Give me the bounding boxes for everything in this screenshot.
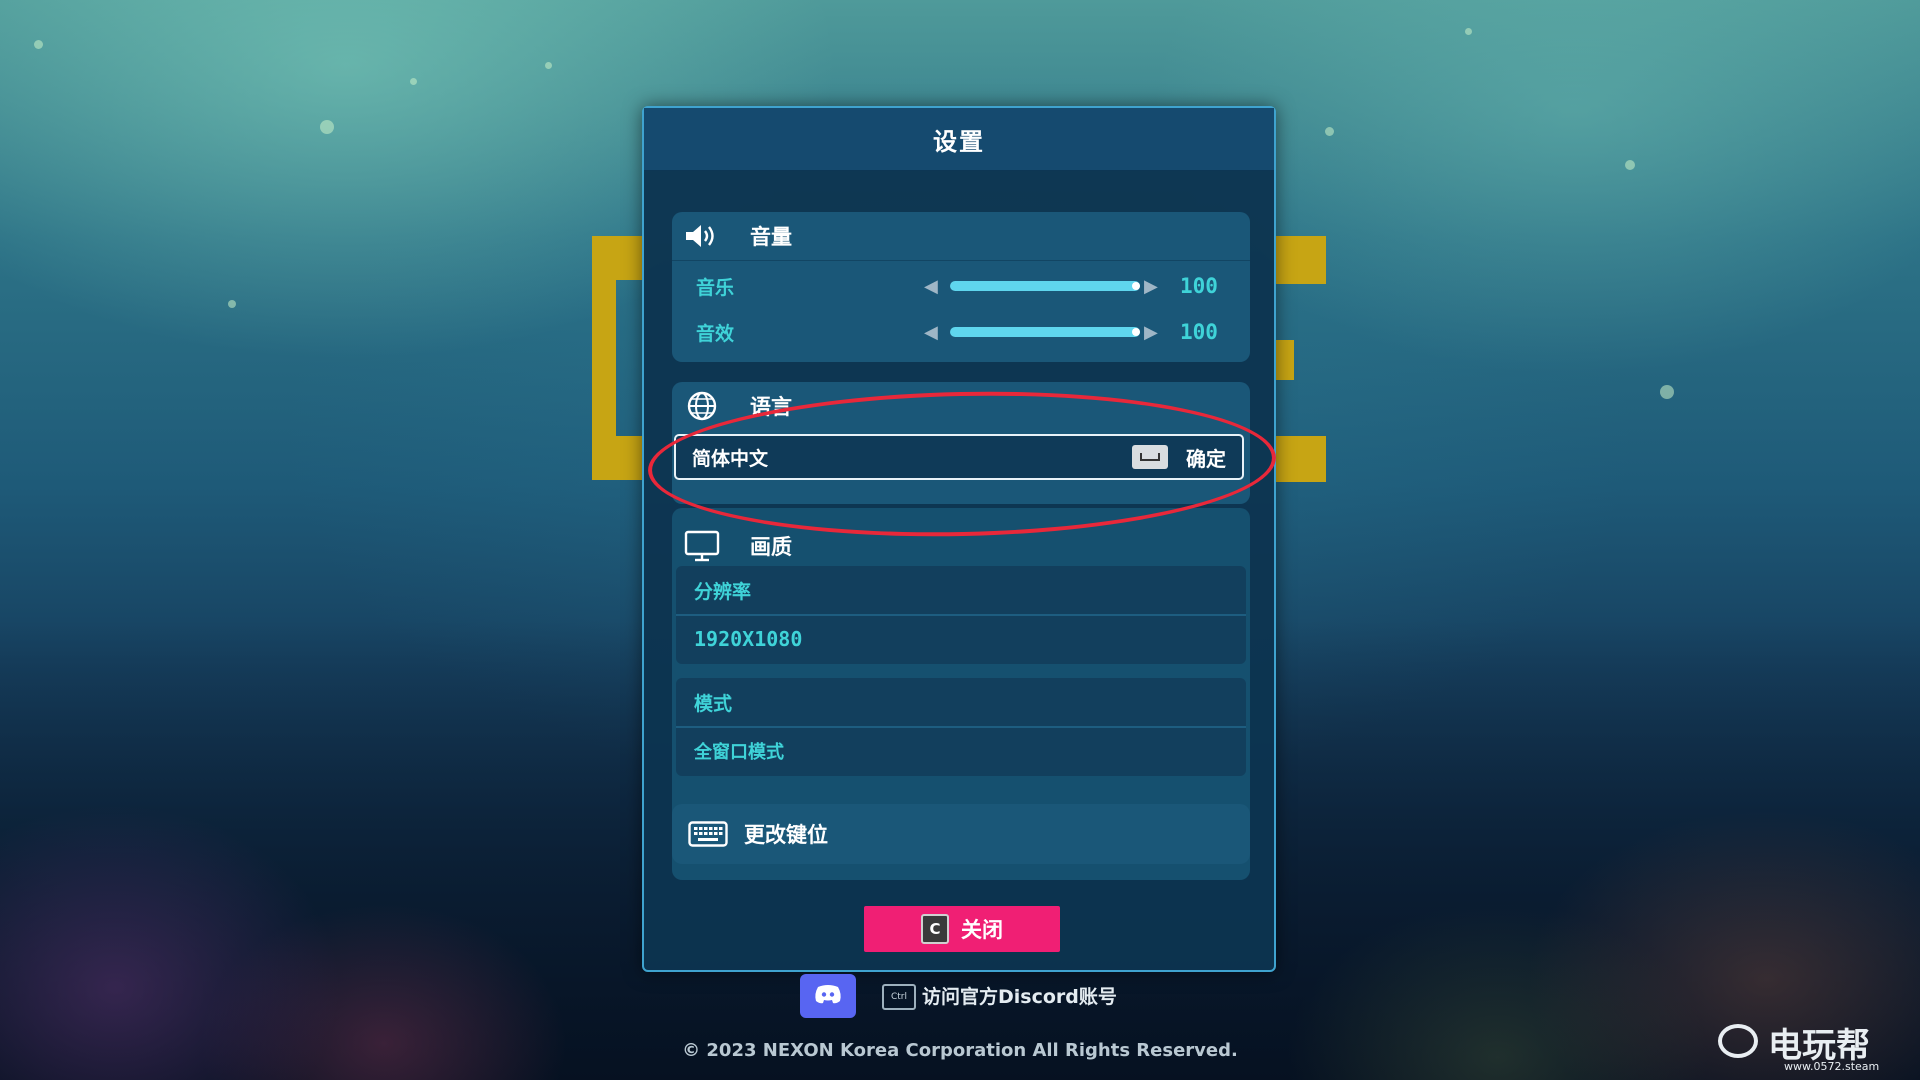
mode-label-row: 模式	[676, 678, 1246, 726]
music-slider[interactable]	[950, 281, 1140, 291]
sfx-decrease-arrow-icon[interactable]: ◀	[924, 322, 938, 343]
volume-section: 音量 音乐 ◀ ▶ 100 音效 ◀ ▶ 100	[672, 212, 1250, 362]
resolution-value-row[interactable]: 1920X1080	[676, 614, 1246, 662]
close-button[interactable]: C 关闭	[864, 906, 1060, 952]
sfx-slider[interactable]	[950, 327, 1140, 337]
volume-header-label: 音量	[750, 225, 792, 249]
bracket-right	[1276, 436, 1326, 482]
resolution-label-row: 分辨率	[676, 566, 1246, 614]
bubble	[320, 120, 334, 134]
bracket-right	[1276, 236, 1326, 284]
bubble	[228, 300, 236, 308]
music-value: 100	[1180, 274, 1218, 298]
discord-icon	[813, 983, 843, 1009]
bracket-left	[592, 436, 642, 480]
close-key-badge: C	[921, 914, 949, 944]
sfx-value: 100	[1180, 320, 1218, 344]
resolution-value: 1920X1080	[694, 627, 803, 651]
ctrl-key-badge: Ctrl	[882, 984, 916, 1010]
keybinding-label: 更改键位	[744, 823, 828, 847]
discord-button[interactable]	[800, 974, 856, 1018]
mode-label: 模式	[694, 692, 733, 715]
bubble	[1325, 127, 1334, 136]
settings-panel: 设置 音量 音乐 ◀ ▶ 100 音效 ◀ ▶ 100 语言 画质 分辨率 19…	[642, 106, 1276, 972]
copyright-text: © 2023 NEXON Korea Corporation All Right…	[682, 1040, 1238, 1061]
volume-header: 音量	[672, 212, 1250, 260]
keyboard-icon	[688, 821, 728, 847]
resolution-box[interactable]: 分辨率 1920X1080	[676, 566, 1246, 664]
bubble	[545, 62, 552, 69]
bracket-right	[1276, 340, 1294, 380]
sfx-volume-row[interactable]: 音效 ◀ ▶ 100	[672, 310, 1250, 354]
music-increase-arrow-icon[interactable]: ▶	[1144, 276, 1158, 297]
site-watermark: 电玩帮 www.0572.steam	[1718, 1018, 1916, 1076]
watermark-url: www.0572.steam	[1784, 1060, 1880, 1073]
panel-title: 设置	[933, 127, 985, 156]
sfx-increase-arrow-icon[interactable]: ▶	[1144, 322, 1158, 343]
panel-header: 设置	[644, 108, 1274, 171]
bubble	[410, 78, 417, 85]
music-slider-knob[interactable]	[1132, 282, 1140, 290]
sfx-slider-fill	[950, 327, 1140, 337]
keybinding-button[interactable]: 更改键位	[672, 804, 1250, 864]
sfx-slider-knob[interactable]	[1132, 328, 1140, 336]
gamepad-logo-icon	[1718, 1024, 1758, 1058]
close-label: 关闭	[961, 918, 1003, 942]
bubble	[1625, 160, 1635, 170]
music-slider-fill	[950, 281, 1140, 291]
globe-icon	[682, 390, 722, 422]
bubble	[34, 40, 43, 49]
music-decrease-arrow-icon[interactable]: ◀	[924, 276, 938, 297]
keybinding-row[interactable]: 更改键位	[672, 804, 1250, 864]
music-volume-row[interactable]: 音乐 ◀ ▶ 100	[672, 264, 1250, 308]
speaker-icon	[682, 222, 722, 250]
resolution-label: 分辨率	[694, 580, 752, 603]
sfx-label: 音效	[696, 322, 735, 345]
monitor-icon	[682, 530, 722, 562]
music-label: 音乐	[696, 276, 735, 299]
bubble	[1465, 28, 1472, 35]
mode-box[interactable]: 模式 全窗口模式	[676, 678, 1246, 776]
mode-value: 全窗口模式	[694, 742, 784, 763]
mode-value-row[interactable]: 全窗口模式	[676, 726, 1246, 774]
graphics-header-label: 画质	[750, 535, 792, 559]
bubble	[1660, 385, 1674, 399]
discord-link-text[interactable]: 访问官方Discord账号	[922, 982, 1117, 1009]
